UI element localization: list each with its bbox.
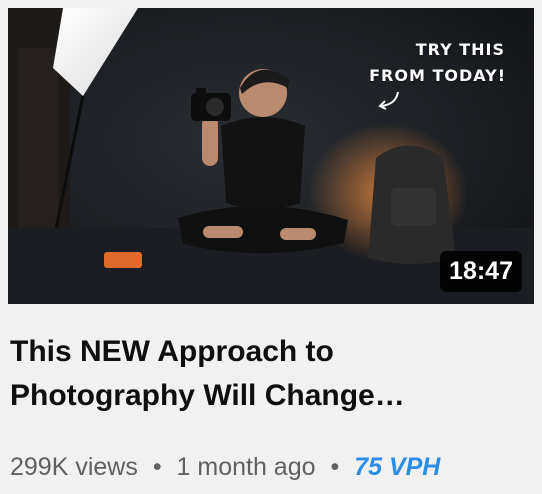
view-count: 299K views bbox=[10, 453, 138, 481]
separator-dot: • bbox=[152, 453, 162, 481]
video-title[interactable]: This NEW Approach to Photography Will Ch… bbox=[10, 330, 530, 418]
thumbnail-overlay-line2: FROM TODAY! bbox=[369, 66, 506, 85]
video-thumbnail[interactable]: TRY THIS FROM TODAY! 18:47 bbox=[8, 8, 534, 304]
video-metadata: 299K views • 1 month ago • 75 VPH bbox=[10, 452, 440, 482]
video-title-line1: This NEW Approach to bbox=[10, 335, 334, 368]
video-card[interactable]: TRY THIS FROM TODAY! 18:47 This NEW Appr… bbox=[0, 0, 542, 494]
arrow-icon bbox=[378, 91, 399, 110]
video-title-line2: Photography Will Change… bbox=[10, 379, 405, 412]
thumbnail-overlay-line1: TRY THIS bbox=[415, 40, 505, 59]
duration-badge: 18:47 bbox=[440, 251, 522, 292]
upload-age: 1 month ago bbox=[176, 453, 316, 481]
vph-badge: 75 VPH bbox=[354, 453, 441, 481]
separator-dot: • bbox=[330, 453, 340, 481]
